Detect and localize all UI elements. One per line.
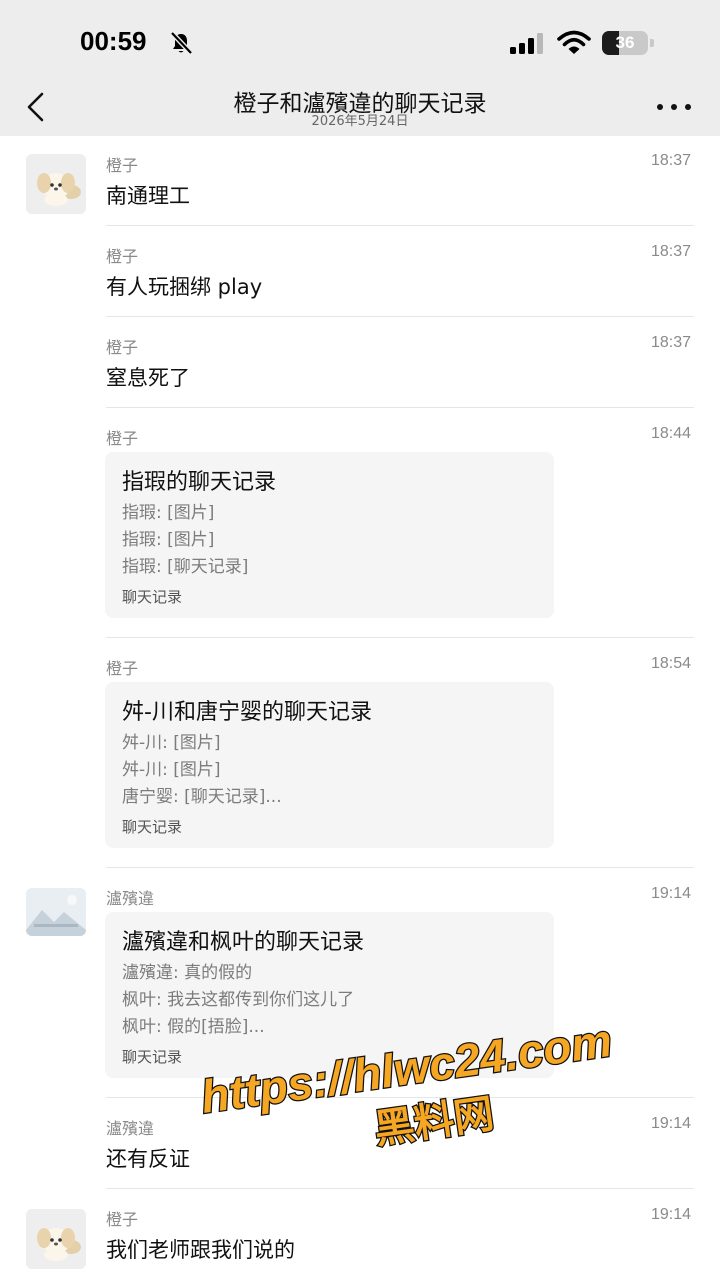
card-footer: 聊天记录 xyxy=(122,818,183,836)
card-footer: 聊天记录 xyxy=(122,588,183,606)
battery-indicator: 36 xyxy=(602,31,654,55)
sender-name: 橙子 xyxy=(106,659,139,678)
message-text[interactable]: 窒息死了 xyxy=(106,362,190,392)
battery-level-text: 36 xyxy=(615,33,635,52)
sender-name: 橙子 xyxy=(106,156,139,175)
card-line: 指瑕: [聊天记录] xyxy=(122,557,249,577)
sender-name: 橙子 xyxy=(106,429,139,448)
card-line: 指瑕: [图片] xyxy=(122,503,215,523)
card-line: 指瑕: [图片] xyxy=(122,530,215,550)
message-item: 橙子 19:14 我们老师跟我们说的 xyxy=(0,1189,720,1280)
card-title: 指瑕的聊天记录 xyxy=(122,470,277,495)
message-time: 19:14 xyxy=(650,885,691,902)
message-item: 橙子 18:37 有人玩捆绑 play xyxy=(0,226,720,317)
card-line: 舛-川: [图片] xyxy=(122,733,221,753)
message-time: 19:14 xyxy=(650,1206,691,1223)
puppy-avatar-icon xyxy=(26,154,86,214)
chat-record-card[interactable]: 指瑕的聊天记录 指瑕: [图片] 指瑕: [图片] 指瑕: [聊天记录] 聊天记… xyxy=(105,452,554,618)
card-footer: 聊天记录 xyxy=(122,1048,183,1066)
more-dots-icon[interactable] xyxy=(656,103,692,111)
landscape-avatar-icon xyxy=(26,888,86,936)
avatar-puppy[interactable] xyxy=(26,154,86,214)
status-time: 00:59 xyxy=(80,26,147,56)
card-title: 舛-川和唐宁婴的聊天记录 xyxy=(122,700,372,725)
message-time: 18:37 xyxy=(650,334,691,351)
chat-record-card[interactable]: 舛-川和唐宁婴的聊天记录 舛-川: [图片] 舛-川: [图片] 唐宁婴: [聊… xyxy=(105,682,554,848)
watermark-site-name: 黑料网 xyxy=(371,1091,496,1153)
avatar-puppy[interactable] xyxy=(26,1209,86,1269)
message-text[interactable]: 我们老师跟我们说的 xyxy=(106,1234,295,1264)
avatar-landscape[interactable] xyxy=(26,888,86,936)
card-line: 瀘殯違: 真的假的 xyxy=(122,963,253,983)
card-line: 唐宁婴: [聊天记录]... xyxy=(122,787,282,807)
wifi-icon xyxy=(557,30,591,54)
battery-cap xyxy=(650,39,654,47)
cellular-signal-icon xyxy=(510,33,543,54)
message-time: 18:54 xyxy=(650,655,691,672)
sender-name: 瀘殯違 xyxy=(106,889,155,908)
status-bar: 00:59 36 xyxy=(0,0,720,86)
puppy-avatar-icon xyxy=(26,1209,86,1269)
sender-name: 橙子 xyxy=(106,1210,139,1229)
message-time: 18:37 xyxy=(650,152,691,169)
card-title: 瀘殯違和枫叶的聊天记录 xyxy=(122,930,365,955)
message-time: 19:14 xyxy=(650,1115,691,1132)
message-text[interactable]: 南通理工 xyxy=(106,180,190,210)
message-time: 18:44 xyxy=(650,425,691,442)
message-item: 橙子 18:44 指瑕的聊天记录 指瑕: [图片] 指瑕: [图片] 指瑕: [… xyxy=(0,408,720,638)
sender-name: 橙子 xyxy=(106,338,139,357)
site-watermark: https://hlwc24.com 黑料网 xyxy=(196,1013,616,1155)
message-time: 18:37 xyxy=(650,243,691,260)
page-subtitle-date: 2026年5月24日 xyxy=(311,114,409,129)
bell-muted-icon xyxy=(170,31,193,55)
sender-name: 瀘殯違 xyxy=(106,1119,155,1138)
message-text[interactable]: 还有反证 xyxy=(106,1143,190,1173)
message-text[interactable]: 有人玩捆绑 play xyxy=(106,271,262,301)
sender-name: 橙子 xyxy=(106,247,139,266)
message-item: 橙子 18:37 窒息死了 xyxy=(0,317,720,408)
message-item: 橙子 18:37 南通理工 xyxy=(0,136,720,226)
chat-record-header: 橙子和瀘殯違的聊天记录 2026年5月24日 xyxy=(0,86,720,136)
card-line: 舛-川: [图片] xyxy=(122,760,221,780)
message-item: 橙子 18:54 舛-川和唐宁婴的聊天记录 舛-川: [图片] 舛-川: [图片… xyxy=(0,638,720,868)
chevron-left-icon[interactable] xyxy=(22,90,50,124)
battery-body: 36 xyxy=(602,31,648,55)
